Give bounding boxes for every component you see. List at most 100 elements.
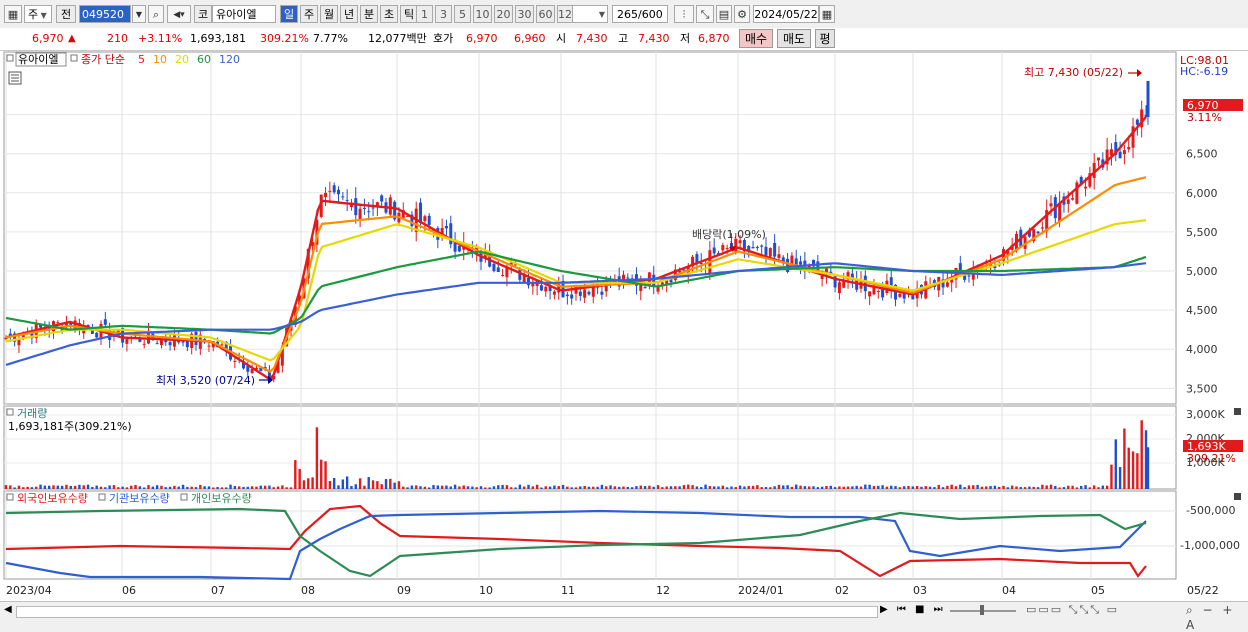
volume-bar (989, 485, 992, 489)
volume-bar (566, 486, 569, 489)
chart-canvas[interactable]: 3,500 4,000 4,500 5,000 5,500 6,000 6,500 2023… (0, 51, 1248, 601)
volume-bar (130, 485, 133, 489)
period-tab-4[interactable]: 분 (360, 5, 378, 23)
volume-bar (1084, 485, 1087, 489)
scroll-track[interactable] (16, 606, 878, 618)
playback-controls[interactable]: ▶ ⏮ ■ ⏭ (880, 604, 946, 615)
candle-body (328, 190, 332, 192)
candle-body (95, 332, 99, 338)
ma-legend-prefix: 종가 단순 (81, 53, 125, 66)
volume-bar (1028, 486, 1031, 489)
volume-bar (1110, 464, 1113, 489)
x-tick-label: 2023/04 (6, 584, 52, 597)
interval-tab-3[interactable]: 10 (473, 5, 492, 23)
sell-button[interactable]: 매도 (777, 29, 811, 48)
save-icon[interactable]: ▤ (716, 5, 732, 23)
period-tab-5[interactable]: 초 (380, 5, 398, 23)
volume-bar (773, 486, 776, 489)
volume-bar (760, 487, 763, 489)
search-icon[interactable]: ⌕ (148, 5, 164, 23)
interval-tab-0[interactable]: 1 (416, 5, 433, 23)
period-tab-1[interactable]: 주 (300, 5, 318, 23)
last-change-tag: 3.11% (1187, 111, 1222, 124)
scroll-left-icon[interactable]: ◀ (4, 604, 12, 615)
panel-close-icon[interactable] (1234, 493, 1241, 500)
volume-bar (225, 487, 228, 489)
zoom-slider-thumb[interactable] (980, 605, 984, 615)
volume-bar (803, 486, 807, 489)
volume-bar (1036, 487, 1040, 489)
layout-icon[interactable]: ▦ (4, 5, 22, 23)
high-label: 고 (618, 32, 629, 45)
volume-bar (60, 485, 64, 489)
panel-close-icon[interactable] (1234, 408, 1241, 415)
volume-bar (738, 485, 742, 489)
interval-tab-1[interactable]: 3 (435, 5, 452, 23)
volume-bar (160, 485, 163, 489)
candle-body (337, 189, 340, 195)
change-percent: +3.11% (138, 32, 183, 45)
candle-body (388, 197, 392, 215)
volume-bar (26, 486, 29, 489)
volume-bar (881, 485, 884, 489)
bottom-scrollbar[interactable]: ◀ ▶ ⏮ ■ ⏭ ▭▭▭ ⤡⤡⤡ ▭ ⌕ − + A (0, 601, 1248, 632)
volume-bar (216, 486, 219, 489)
volume-bar (302, 480, 306, 489)
code-input[interactable]: 049520 (79, 5, 131, 23)
date-field[interactable]: 2024/05/22 (753, 5, 819, 23)
interval-tab-2[interactable]: 5 (454, 5, 471, 23)
market-select[interactable]: 주 ▼ (24, 5, 52, 23)
candle-body (354, 198, 358, 216)
interval-tab-5[interactable]: 30 (515, 5, 534, 23)
volume-bar (39, 484, 42, 489)
volume-bar (769, 487, 772, 489)
candle-body (1049, 203, 1053, 207)
interval-tab-6[interactable]: 60 (536, 5, 555, 23)
tool-icons[interactable]: ▭▭▭ ⤡⤡⤡ ▭ (1026, 603, 1119, 617)
interval-custom-select[interactable]: ▼ (572, 5, 608, 23)
period-tab-0[interactable]: 일 (280, 5, 298, 23)
period-tab-3[interactable]: 년 (340, 5, 358, 23)
volume-bar (665, 486, 668, 489)
volume-bar (1010, 485, 1014, 489)
candle-body (1040, 227, 1044, 229)
gear-icon[interactable]: ⚙ (734, 5, 750, 23)
volume-bar (972, 485, 975, 489)
volume-bar (212, 487, 215, 489)
volume-bar (1118, 467, 1122, 489)
volume-bar (579, 486, 582, 489)
candle-body (362, 207, 366, 209)
volume-axis-3000: 3,000K (1186, 408, 1225, 421)
price-tick-label: 5,000 (1186, 265, 1218, 278)
buy-button[interactable]: 매수 (739, 29, 773, 48)
volume-bar (250, 486, 254, 489)
speaker-icon[interactable]: ◀▾ (167, 5, 191, 23)
candle-body (755, 246, 759, 248)
code-dropdown-icon[interactable]: ▼ (132, 5, 146, 23)
count-field[interactable]: 265/600 (612, 5, 668, 23)
stock-name-field[interactable]: 유아이엘 (212, 5, 276, 23)
chart-area[interactable]: 3,500 4,000 4,500 5,000 5,500 6,000 6,500 2023… (0, 51, 1248, 601)
legend-box-icon (6, 493, 14, 501)
volume-bar (1032, 486, 1035, 489)
volume-bar (237, 486, 241, 489)
volume-bar (790, 486, 794, 489)
volume-bar (505, 485, 509, 489)
drawing-tool-icon[interactable]: ⤡ (696, 5, 714, 23)
ma-legend-item-120: 120 (219, 53, 240, 66)
volume-bar (263, 485, 267, 489)
volume-bar (622, 486, 625, 489)
prev-button[interactable]: 전 (56, 5, 76, 23)
x-tick-label: 05 (1091, 584, 1105, 597)
eval-button[interactable]: 평 (815, 29, 835, 48)
volume-bar (846, 486, 850, 489)
chart-type-icon[interactable]: ⫶ (674, 5, 694, 23)
period-tab-2[interactable]: 월 (320, 5, 338, 23)
interval-tab-4[interactable]: 20 (494, 5, 513, 23)
candle-body (721, 245, 725, 251)
hc-label: HC:-6.19 (1180, 65, 1228, 78)
calendar-icon[interactable]: ▦ (819, 5, 835, 23)
zoom-icons[interactable]: ⌕ − + A (1186, 603, 1248, 632)
candle-body (695, 254, 699, 263)
volume-bar (795, 484, 798, 489)
